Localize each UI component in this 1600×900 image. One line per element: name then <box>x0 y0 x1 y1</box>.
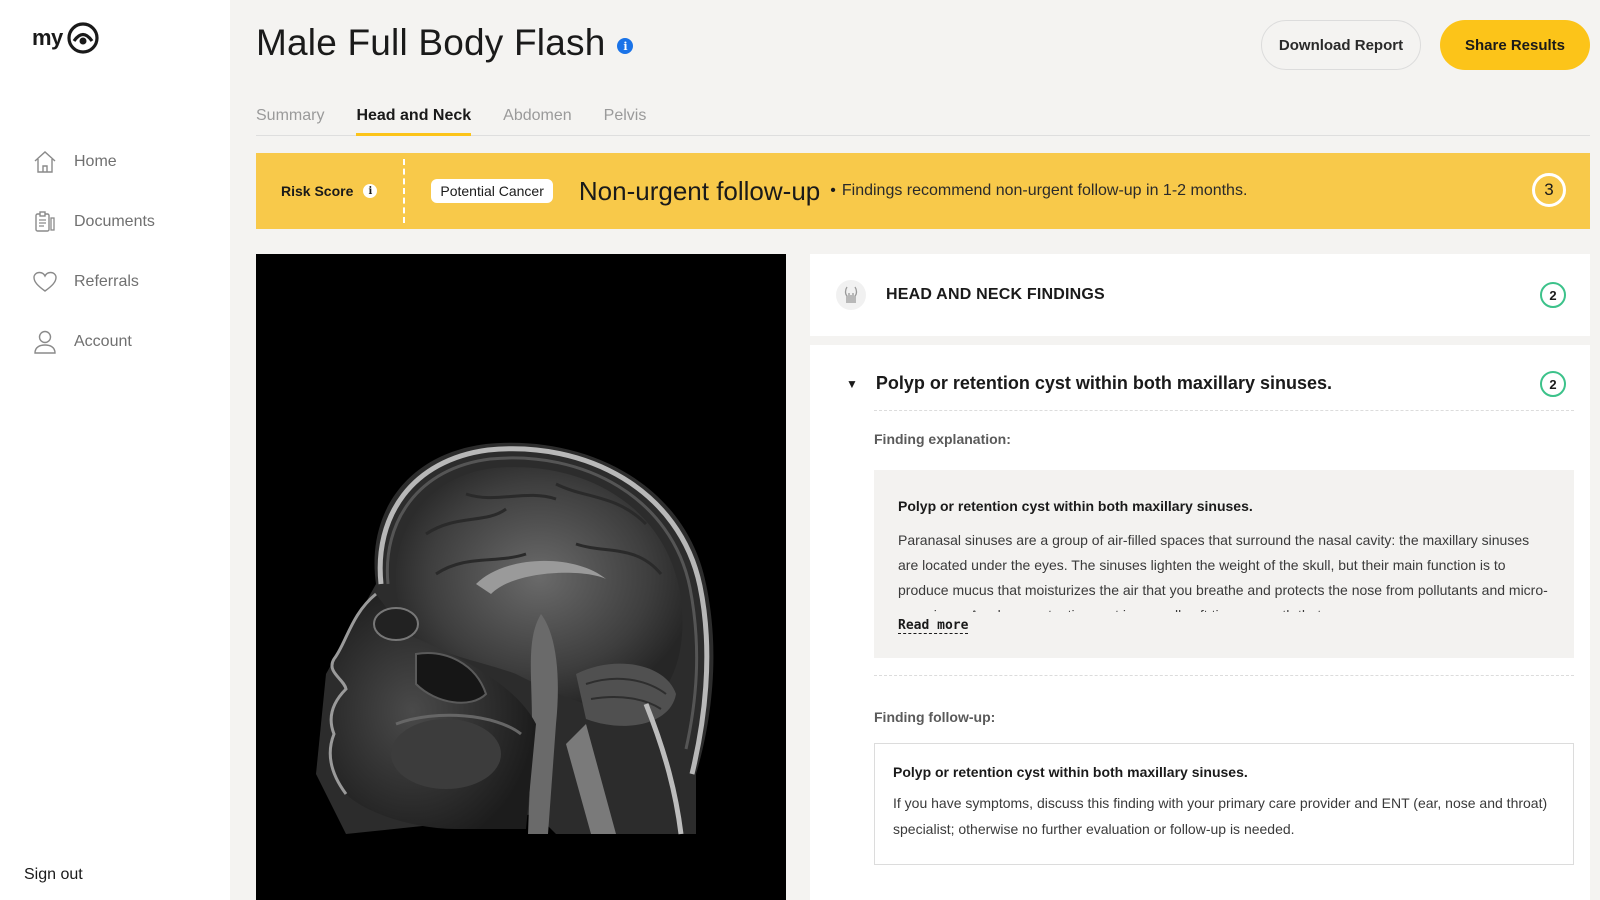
finding-explanation-label: Finding explanation: <box>874 431 1011 447</box>
sidebar-item-label: Home <box>74 153 117 170</box>
documents-icon <box>32 209 58 235</box>
section-tabs: Summary Head and Neck Abdomen Pelvis <box>256 100 1590 136</box>
finding-title: Polyp or retention cyst within both maxi… <box>875 373 1332 393</box>
logo-text: my <box>32 25 63 50</box>
home-icon <box>32 149 58 175</box>
risk-banner: Risk Score i Potential Cancer Non-urgent… <box>256 153 1590 229</box>
finding-explanation-box: Polyp or retention cyst within both maxi… <box>874 470 1574 658</box>
sidebar-item-home[interactable]: Home <box>32 132 222 192</box>
user-icon <box>32 329 58 355</box>
collapse-caret-icon[interactable]: ▼ <box>846 377 858 391</box>
risk-info-icon[interactable]: i <box>363 184 378 198</box>
sidebar-nav: Home Documents Referrals Account <box>32 132 222 372</box>
tab-summary[interactable]: Summary <box>256 100 324 136</box>
sidebar-item-label: Documents <box>74 213 155 230</box>
finding-header[interactable]: ▼ Polyp or retention cyst within both ma… <box>846 371 1566 397</box>
findings-header-title: HEAD AND NECK FINDINGS <box>886 286 1105 303</box>
tab-head-and-neck[interactable]: Head and Neck <box>356 100 472 136</box>
read-more-link[interactable]: Read more <box>898 618 969 634</box>
findings-header-card: HEAD AND NECK FINDINGS 2 <box>810 254 1590 336</box>
mri-scan-image[interactable] <box>256 254 786 900</box>
sidebar-item-label: Referrals <box>74 273 139 290</box>
risk-bullet: • <box>830 182 836 199</box>
mri-sagittal-head-image <box>316 442 714 835</box>
app-logo[interactable]: my <box>32 20 101 56</box>
risk-description: Findings recommend non-urgent follow-up … <box>841 182 1248 199</box>
head-neck-icon <box>836 280 866 310</box>
sign-out-link[interactable]: Sign out <box>24 866 83 884</box>
share-results-button[interactable]: Share Results <box>1440 20 1590 70</box>
risk-category-chip: Potential Cancer <box>431 179 553 203</box>
risk-score-badge: 3 <box>1532 173 1566 207</box>
finding-count-badge: 2 <box>1540 371 1566 397</box>
info-icon[interactable]: i <box>617 38 634 54</box>
finding-followup-label: Finding follow-up: <box>874 709 996 725</box>
followup-title: Polyp or retention cyst within both maxi… <box>893 764 1248 780</box>
tab-pelvis[interactable]: Pelvis <box>604 100 647 136</box>
risk-score-label: Risk Score i <box>281 183 378 199</box>
explanation-body: Paranasal sinuses are a group of air-fil… <box>898 532 1548 612</box>
sidebar-item-account[interactable]: Account <box>32 312 222 372</box>
download-report-button[interactable]: Download Report <box>1261 20 1421 70</box>
sidebar-item-documents[interactable]: Documents <box>32 192 222 252</box>
risk-divider <box>403 159 406 223</box>
explanation-title: Polyp or retention cyst within both maxi… <box>898 498 1253 514</box>
page-title-text: Male Full Body Flash <box>256 22 606 63</box>
heart-icon <box>32 269 58 295</box>
risk-title: Non-urgent follow-up <box>578 175 821 206</box>
divider <box>874 410 1574 411</box>
findings-count-badge: 2 <box>1540 282 1566 308</box>
finding-card: ▼ Polyp or retention cyst within both ma… <box>810 345 1590 900</box>
sidebar: my Home Documents Referrals Account Sign… <box>0 0 230 900</box>
followup-body: If you have symptoms, discuss this findi… <box>893 795 1548 837</box>
logo-mark-icon <box>67 22 99 54</box>
risk-score-text: Risk Score <box>281 183 354 199</box>
sidebar-item-label: Account <box>74 333 132 350</box>
tab-abdomen[interactable]: Abdomen <box>503 100 572 136</box>
page-title: Male Full Body Flash i <box>256 22 634 64</box>
finding-followup-box: Polyp or retention cyst within both maxi… <box>874 743 1574 865</box>
divider <box>874 675 1574 676</box>
sidebar-item-referrals[interactable]: Referrals <box>32 252 222 312</box>
